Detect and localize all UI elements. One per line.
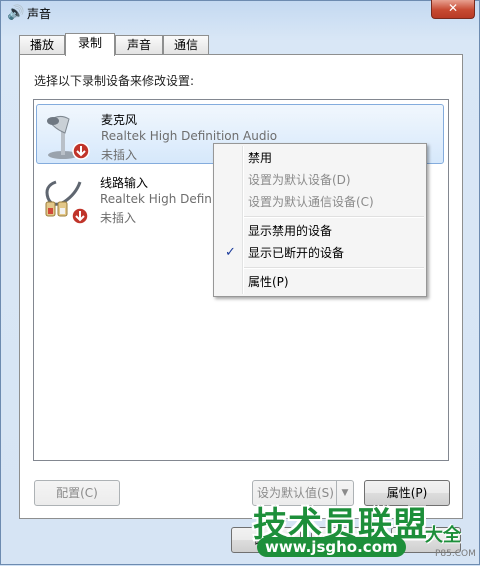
tab-playback[interactable]: 播放 [19, 35, 65, 54]
device-description: Realtek High Definition Audio [101, 129, 278, 143]
device-status: 未插入 [101, 148, 138, 162]
watermark: 技术员联盟 大全 www.jsgho.com P85.COM [251, 497, 480, 566]
speaker-icon: 🔊 [7, 5, 25, 21]
watermark-side-text: 大全 [425, 525, 461, 546]
configure-button[interactable]: 配置(C) [34, 480, 120, 506]
menu-item-show-disconnected-devices[interactable]: ✓ 显示已断开的设备 [216, 242, 424, 264]
line-in-cable-icon [42, 172, 92, 226]
tab-communications[interactable]: 通信 [163, 35, 209, 54]
device-name: 麦克风 [101, 113, 138, 127]
close-icon: ✕ [447, 1, 459, 15]
window-title: 声音 [27, 7, 52, 21]
menu-item-set-default-comm-device[interactable]: 设置为默认通信设备(C) [216, 191, 424, 213]
sound-dialog: 🔊 声音 ✕ 播放 录制 声音 通信 选择以下录制设备来修改设置: 麦克风 Re… [0, 0, 480, 565]
tab-sounds[interactable]: 声音 [115, 35, 163, 54]
device-name: 线路输入 [100, 176, 149, 190]
menu-item-properties[interactable]: 属性(P) [216, 271, 424, 293]
menu-separator [244, 267, 424, 269]
menu-separator [244, 216, 424, 218]
menu-item-show-disabled-devices[interactable]: 显示禁用的设备 [216, 220, 424, 242]
checkmark-icon: ✓ [225, 245, 236, 260]
title-bar[interactable]: 🔊 声音 ✕ [1, 0, 479, 27]
device-status: 未插入 [100, 211, 137, 225]
watermark-url: www.jsgho.com [257, 537, 406, 557]
context-menu: 禁用 设置为默认设备(D) 设置为默认通信设备(C) 显示禁用的设备 ✓ 显示已… [213, 143, 427, 297]
menu-item-disable[interactable]: 禁用 [216, 147, 424, 169]
close-button[interactable]: ✕ [431, 0, 475, 19]
tab-recording[interactable]: 录制 [65, 33, 115, 56]
watermark-tiny-text: P85.COM [435, 549, 476, 559]
instruction-text: 选择以下录制设备来修改设置: [34, 74, 195, 88]
microphone-icon [43, 109, 93, 163]
menu-item-set-default-device[interactable]: 设置为默认设备(D) [216, 169, 424, 191]
